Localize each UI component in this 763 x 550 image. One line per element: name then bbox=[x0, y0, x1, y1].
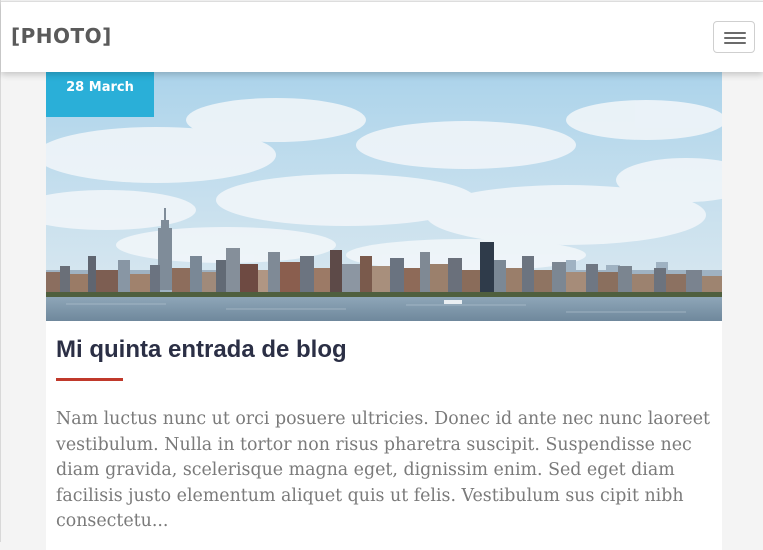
menu-bar-top bbox=[724, 32, 746, 34]
navbar-toggle-button[interactable] bbox=[713, 21, 755, 53]
menu-bar-middle bbox=[724, 37, 746, 39]
brand-logo[interactable]: [PHOTO] bbox=[11, 24, 112, 48]
menu-bar-bottom bbox=[724, 42, 746, 44]
post-title-link[interactable]: Mi quinta entrada de blog bbox=[56, 336, 347, 364]
post-excerpt: Nam luctus nunc ut orci posuere ultricie… bbox=[56, 409, 710, 532]
navbar: [PHOTO] bbox=[1, 1, 763, 72]
title-underline-divider bbox=[56, 378, 123, 381]
hamburger-menu-icon bbox=[724, 32, 746, 44]
blog-post-card: 28 March Mi quinta entrada de blog Nam l… bbox=[46, 60, 722, 550]
